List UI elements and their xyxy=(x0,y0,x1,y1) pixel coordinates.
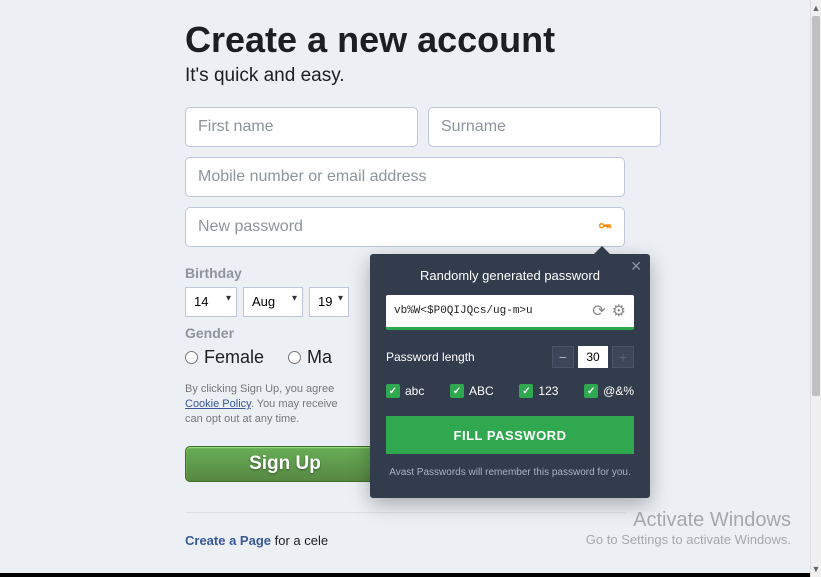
checkbox-checked-icon: ✓ xyxy=(450,384,464,398)
birthday-year-select[interactable]: 19 xyxy=(309,287,349,317)
surname-input[interactable] xyxy=(428,107,661,147)
generated-password-value: vb%W<$P0QIJQcs/ug-m>u xyxy=(394,305,586,317)
length-decrease-button[interactable]: − xyxy=(552,346,574,368)
length-row: Password length − + xyxy=(386,346,634,368)
legal-part1: By clicking Sign Up, you agree xyxy=(185,383,334,395)
length-increase-button[interactable]: + xyxy=(612,346,634,368)
close-icon: ✕ xyxy=(630,258,642,274)
password-key-icon[interactable] xyxy=(597,219,613,235)
page-title: Create a new account xyxy=(185,20,625,60)
scroll-up-arrow-icon[interactable]: ▲ xyxy=(811,0,821,16)
password-input[interactable] xyxy=(185,207,625,247)
create-page-rest: for a cele xyxy=(271,533,328,548)
avast-password-popup: ✕ Randomly generated password vb%W<$P0QI… xyxy=(370,254,650,498)
option-uppercase[interactable]: ✓ ABC xyxy=(450,384,494,398)
create-page-text: Create a Page for a cele xyxy=(185,533,625,548)
legal-part3: can opt out at any time. xyxy=(185,413,299,425)
avast-remember-text: Avast Passwords will remember this passw… xyxy=(386,466,634,480)
page-subtitle: It's quick and easy. xyxy=(185,65,625,87)
checkbox-checked-icon: ✓ xyxy=(386,384,400,398)
length-label: Password length xyxy=(386,350,475,364)
name-row xyxy=(185,107,625,157)
regenerate-icon[interactable]: ⟳ xyxy=(592,301,605,321)
settings-gear-icon[interactable]: ⚙ xyxy=(612,301,626,321)
vertical-scrollbar[interactable]: ▲ ▼ xyxy=(810,0,821,577)
option-uppercase-label: ABC xyxy=(469,384,494,398)
create-page-link[interactable]: Create a Page xyxy=(185,533,271,548)
option-numbers[interactable]: ✓ 123 xyxy=(519,384,558,398)
option-lowercase[interactable]: ✓ abc xyxy=(386,384,424,398)
option-symbols-label: @&% xyxy=(603,384,634,398)
gender-female-radio[interactable] xyxy=(185,351,198,364)
scroll-down-arrow-icon[interactable]: ▼ xyxy=(811,561,821,577)
gender-female-label: Female xyxy=(204,347,264,368)
fill-password-button[interactable]: FILL PASSWORD xyxy=(386,416,634,454)
signup-button[interactable]: Sign Up xyxy=(185,446,385,482)
gender-female[interactable]: Female xyxy=(185,347,264,368)
checkbox-checked-icon: ✓ xyxy=(519,384,533,398)
divider: Create a Page for a cele xyxy=(185,512,625,548)
first-name-input[interactable] xyxy=(185,107,418,147)
length-control: − + xyxy=(552,346,634,368)
birthday-month-select[interactable]: Aug xyxy=(243,287,303,317)
gender-male-radio[interactable] xyxy=(288,351,301,364)
legal-part2: . You may receive xyxy=(251,398,338,410)
password-row xyxy=(185,207,625,257)
bottom-bar xyxy=(0,573,810,577)
scrollbar-thumb[interactable] xyxy=(812,16,820,396)
avast-title: Randomly generated password xyxy=(386,268,634,283)
gender-male[interactable]: Ma xyxy=(288,347,332,368)
cookie-policy-link[interactable]: Cookie Policy xyxy=(185,398,251,410)
contact-input[interactable] xyxy=(185,157,625,197)
birthday-day-select[interactable]: 14 xyxy=(185,287,237,317)
checkbox-checked-icon: ✓ xyxy=(584,384,598,398)
gender-male-label: Ma xyxy=(307,347,332,368)
option-lowercase-label: abc xyxy=(405,384,424,398)
generated-password-box: vb%W<$P0QIJQcs/ug-m>u ⟳ ⚙ xyxy=(386,295,634,330)
length-input[interactable] xyxy=(578,346,608,368)
option-numbers-label: 123 xyxy=(538,384,558,398)
avast-close-button[interactable]: ✕ xyxy=(630,258,642,275)
options-row: ✓ abc ✓ ABC ✓ 123 ✓ @&% xyxy=(386,384,634,398)
option-symbols[interactable]: ✓ @&% xyxy=(584,384,634,398)
